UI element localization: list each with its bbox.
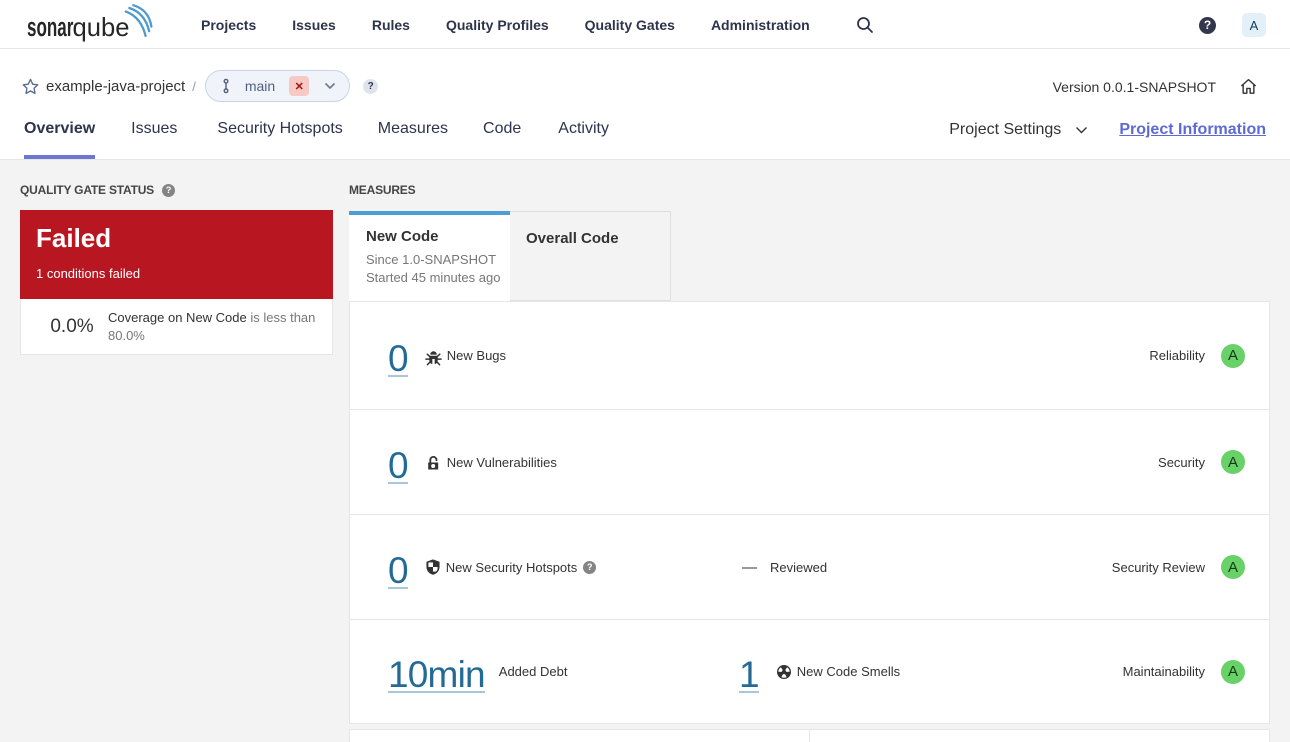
- svg-text:sonar: sonar: [27, 12, 74, 42]
- svg-text:qube: qube: [73, 13, 130, 41]
